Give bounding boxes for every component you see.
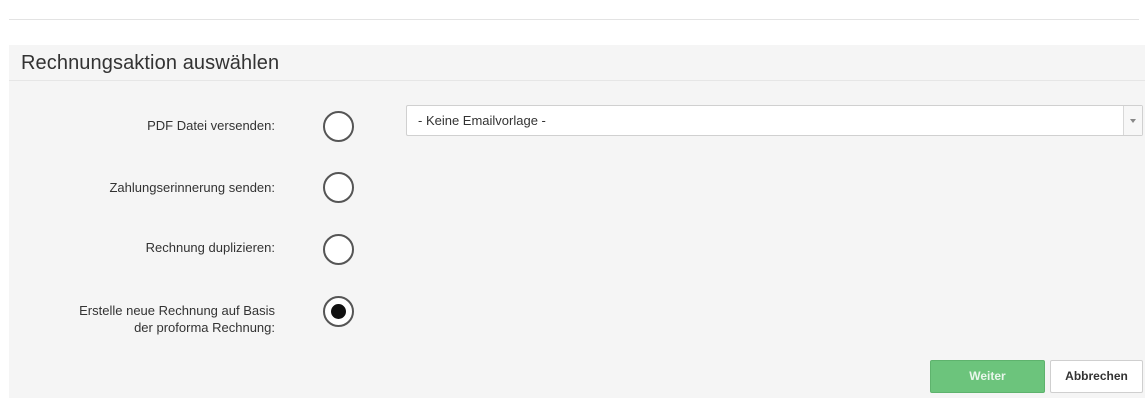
option-label-payment-reminder: Zahlungserinnerung senden: (109, 180, 275, 195)
email-template-select[interactable]: - Keine Emailvorlage - (406, 105, 1143, 136)
invoice-action-dialog: Rechnungsaktion auswählen PDF Datei vers… (0, 0, 1145, 398)
panel-title: Rechnungsaktion auswählen (21, 52, 280, 74)
option-label-create-from-proforma: Erstelle neue Rechnung auf Basis der pro… (20, 302, 275, 336)
radio-payment-reminder[interactable] (323, 172, 354, 203)
chevron-down-icon (1130, 119, 1136, 123)
option-label-send-pdf: PDF Datei versenden: (147, 118, 275, 133)
radio-selected-dot (331, 304, 346, 319)
action-panel (9, 45, 1145, 398)
radio-send-pdf[interactable] (323, 111, 354, 142)
title-divider (9, 80, 1145, 81)
top-divider (9, 19, 1139, 20)
option-label-line2: der proforma Rechnung: (134, 320, 275, 335)
select-dropdown-toggle[interactable] (1123, 106, 1142, 135)
radio-create-from-proforma[interactable] (323, 296, 354, 327)
next-button[interactable]: Weiter (930, 360, 1045, 393)
radio-duplicate-invoice[interactable] (323, 234, 354, 265)
option-label-duplicate-invoice: Rechnung duplizieren: (145, 240, 275, 255)
option-label-line1: Erstelle neue Rechnung auf Basis (79, 303, 275, 318)
email-template-value: - Keine Emailvorlage - (418, 113, 546, 128)
cancel-button[interactable]: Abbrechen (1050, 360, 1143, 393)
